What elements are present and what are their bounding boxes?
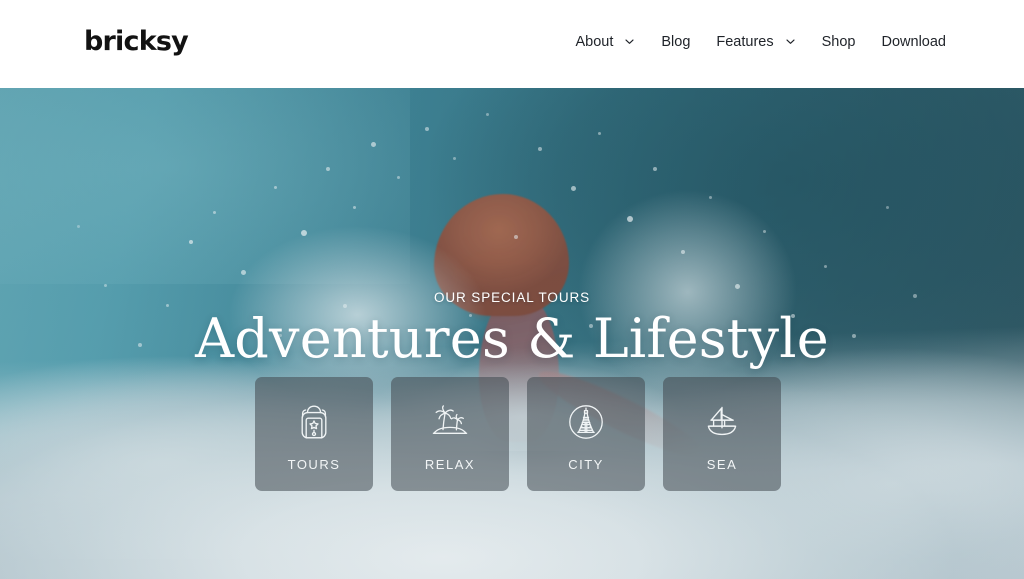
site-header: bricksy About Blog Features Shop Downloa… [0, 0, 1024, 88]
chevron-down-icon [785, 36, 796, 47]
category-label-relax: RELAX [424, 457, 476, 472]
eiffel-tower-icon [566, 402, 606, 442]
category-label-tours: TOURS [287, 457, 341, 472]
hero-headline: Adventures & Lifestyle [195, 307, 829, 370]
category-card-sea[interactable]: SEA [663, 377, 781, 491]
nav-item-features[interactable]: Features [716, 32, 795, 52]
category-label-sea: SEA [706, 457, 738, 472]
nav-label-features: Features [716, 34, 774, 50]
backpack-icon [294, 402, 334, 442]
nav-item-download[interactable]: Download [882, 32, 947, 52]
nav-item-about[interactable]: About [575, 32, 635, 52]
hero-section: OUR SPECIAL TOURS Adventures & Lifestyle [0, 88, 1024, 579]
category-card-city[interactable]: CITY [527, 377, 645, 491]
main-navigation: About Blog Features Shop Download [575, 32, 946, 52]
nav-item-blog[interactable]: Blog [661, 32, 690, 52]
category-label-city: CITY [568, 457, 604, 472]
site-logo[interactable]: bricksy [84, 28, 189, 55]
nav-label-download: Download [881, 34, 947, 50]
landing-page: bricksy About Blog Features Shop Downloa… [0, 0, 1024, 579]
chevron-down-icon [624, 36, 635, 47]
nav-label-about: About [575, 34, 614, 50]
category-card-tours[interactable]: TOURS [255, 377, 373, 491]
category-card-relax[interactable]: RELAX [391, 377, 509, 491]
palm-island-icon [430, 402, 470, 442]
sailboat-icon [702, 402, 742, 442]
category-card-list: TOURS RELAX CITY SEA [255, 377, 781, 491]
nav-item-shop[interactable]: Shop [822, 32, 856, 52]
nav-label-blog: Blog [661, 34, 691, 50]
nav-label-shop: Shop [821, 34, 856, 50]
hero-content: OUR SPECIAL TOURS Adventures & Lifestyle [0, 88, 1024, 579]
